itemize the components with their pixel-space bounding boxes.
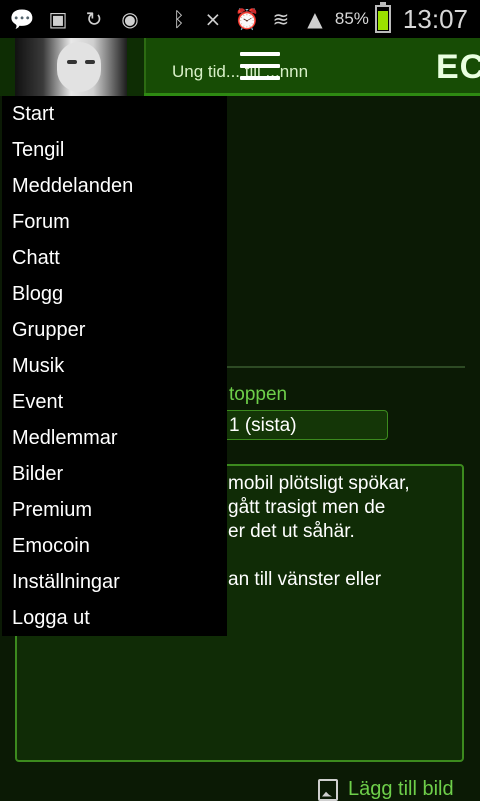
status-bar: 💬 ▣ ↻ ◉ ᛒ ⨯ ⏰ ≋ ▲ 85% 13:07 bbox=[0, 0, 480, 38]
menu-item-start[interactable]: Start bbox=[2, 96, 227, 132]
menu-item-emocoin[interactable]: Emocoin bbox=[2, 528, 227, 564]
battery-icon bbox=[374, 2, 391, 33]
message-line bbox=[228, 544, 410, 568]
message-line: er det ut såhär. bbox=[228, 521, 355, 542]
system-icons: ᛒ ⨯ ⏰ ≋ ▲ 85% 13:07 bbox=[165, 2, 480, 35]
nav-drawer: Start Tengil Meddelanden Forum Chatt Blo… bbox=[2, 96, 227, 636]
menu-item-logout[interactable]: Logga ut bbox=[2, 600, 227, 636]
signal-icon: ▲ bbox=[307, 7, 323, 31]
add-image-icon bbox=[318, 778, 338, 801]
menu-item-messages[interactable]: Meddelanden bbox=[2, 168, 227, 204]
battery-percent: 85% bbox=[334, 9, 369, 28]
avatar[interactable] bbox=[15, 38, 127, 96]
media-icon: ◉ bbox=[121, 7, 139, 31]
bluetooth-icon: ᛒ bbox=[172, 7, 185, 31]
menu-item-blog[interactable]: Blogg bbox=[2, 276, 227, 312]
image-icon: ▣ bbox=[48, 7, 68, 31]
message-text: mobil plötsligt spökar, gått trasigt men… bbox=[228, 472, 410, 592]
sync-icon: ↻ bbox=[85, 7, 103, 31]
to-top-link[interactable]: toppen bbox=[229, 384, 287, 406]
menu-item-forum[interactable]: Forum bbox=[2, 204, 227, 240]
add-image-button[interactable]: Lägg till bild bbox=[318, 778, 454, 801]
menu-item-chat[interactable]: Chatt bbox=[2, 240, 227, 276]
menu-item-premium[interactable]: Premium bbox=[2, 492, 227, 528]
alarm-icon: ⏰ bbox=[234, 7, 260, 31]
add-image-label: Lägg till bild bbox=[348, 778, 454, 800]
menu-item-tengil[interactable]: Tengil bbox=[2, 132, 227, 168]
mute-icon: ⨯ bbox=[204, 7, 222, 31]
page-select[interactable]: 1 (sista) bbox=[200, 410, 388, 440]
messenger-icon: 💬 bbox=[9, 7, 35, 31]
wifi-icon: ≋ bbox=[272, 7, 290, 31]
menu-item-groups[interactable]: Grupper bbox=[2, 312, 227, 348]
menu-item-music[interactable]: Musik bbox=[2, 348, 227, 384]
menu-item-event[interactable]: Event bbox=[2, 384, 227, 420]
menu-item-images[interactable]: Bilder bbox=[2, 456, 227, 492]
notification-icons: 💬 ▣ ↻ ◉ bbox=[0, 7, 144, 31]
message-line: an till vänster eller bbox=[228, 569, 382, 590]
clock: 13:07 bbox=[402, 3, 468, 34]
menu-icon[interactable] bbox=[240, 52, 280, 82]
message-line: mobil plötsligt spökar, bbox=[228, 473, 410, 494]
site-logo[interactable]: EC bbox=[436, 48, 480, 87]
menu-item-members[interactable]: Medlemmar bbox=[2, 420, 227, 456]
menu-item-settings[interactable]: Inställningar bbox=[2, 564, 227, 600]
divider bbox=[200, 366, 465, 368]
message-line: gått trasigt men de bbox=[228, 497, 386, 518]
